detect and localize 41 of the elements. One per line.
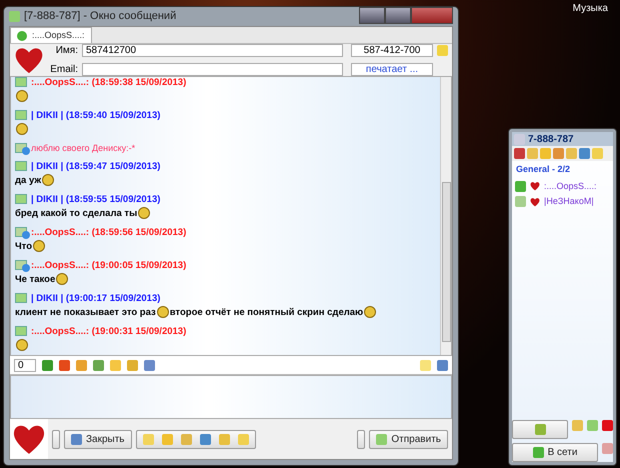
message-header: | DIKII | (19:00:17 15/09/2013) <box>31 293 160 304</box>
message-header: | DIKII | (18:59:55 15/09/2013) <box>31 194 160 205</box>
group-header[interactable]: General - 2/2 <box>512 161 613 178</box>
desktop-label: Музыка <box>572 2 608 16</box>
message-header: | DIKII | (18:59:47 15/09/2013) <box>31 161 160 172</box>
maximize-button[interactable] <box>385 7 411 24</box>
tab-label: :....OopsS....: <box>32 28 85 42</box>
message-header: | DIKII | (18:59:40 15/09/2013) <box>31 110 160 121</box>
window-title: 7-888-787 <box>528 132 574 146</box>
dropdown-button[interactable] <box>357 430 366 448</box>
message-text: да уж <box>15 175 42 186</box>
contact-name[interactable]: :....OopsS....: <box>544 180 597 193</box>
close-button[interactable] <box>411 7 453 24</box>
field-label: Имя: <box>54 44 78 58</box>
number-field: 587-412-700 <box>351 44 433 57</box>
message-header: :....OopsS....: (19:00:05 15/09/2013) <box>31 260 186 271</box>
message-header: :....OopsS....: (18:59:56 15/09/2013) <box>31 227 186 238</box>
close-chat-button[interactable]: Закрыть <box>64 430 132 448</box>
message-text: бред какой то сделала ты <box>15 208 138 219</box>
field-label: Email: <box>49 63 78 77</box>
message-header: :....OopsS....: (18:59:38 15/09/2013) <box>31 77 186 88</box>
message-text: Что <box>15 241 32 252</box>
chat-tab[interactable]: :....OopsS....: <box>10 27 92 43</box>
counter-field: 0 <box>14 358 36 372</box>
scrollbar[interactable] <box>440 77 451 355</box>
status-message: люблю своего Дениску:-* <box>31 143 136 153</box>
menu-button[interactable] <box>512 420 568 439</box>
message-input[interactable] <box>10 375 452 419</box>
send-button[interactable]: Отправить <box>369 430 448 448</box>
dropdown-button[interactable] <box>52 430 60 448</box>
status-button[interactable]: В сети <box>512 443 598 462</box>
minimize-button[interactable] <box>359 7 385 24</box>
message-header: :....OopsS....: (19:00:31 15/09/2013) <box>31 326 186 337</box>
window-title: [7-888-787] - Окно сообщений <box>24 9 176 24</box>
message-text: клиент не показывает это раз <box>15 307 156 318</box>
name-field[interactable]: 587412700 <box>82 44 343 57</box>
typing-status: печатает ... <box>351 63 433 76</box>
message-text: Че такое <box>15 274 56 285</box>
contact-name[interactable]: |НеЗНакоМ| <box>544 195 594 208</box>
message-text: второе отчёт не понятный скрин сделаю <box>170 307 364 318</box>
email-field[interactable] <box>82 63 343 76</box>
